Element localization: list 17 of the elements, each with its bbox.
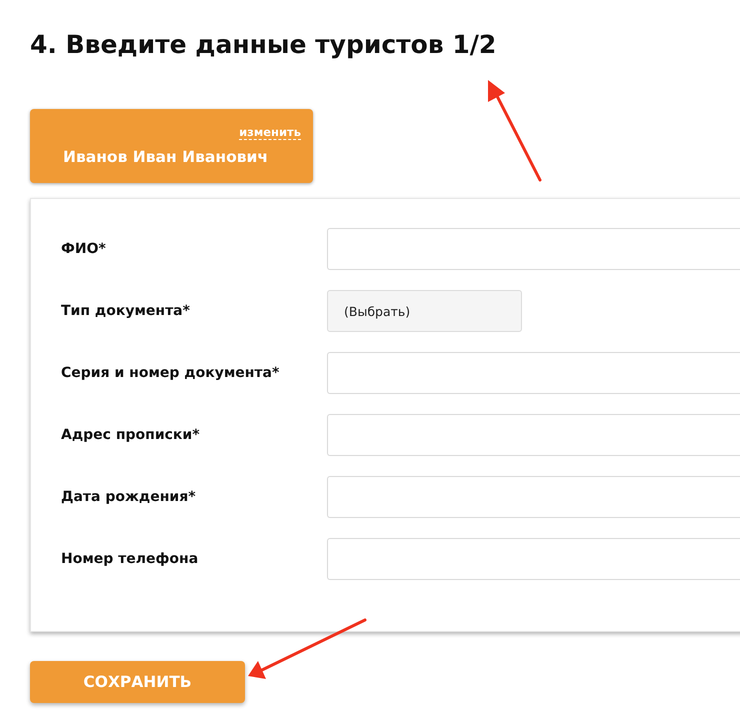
field-label: Тип документа* — [61, 303, 191, 319]
page-heading: 4. Введите данные туристов 1/2 — [30, 29, 498, 61]
save-button[interactable]: СОХРАНИТЬ — [30, 661, 245, 703]
input-field[interactable] — [327, 352, 740, 394]
input-field[interactable] — [327, 228, 740, 270]
tourist-name: Иванов Иван Иванович — [62, 148, 268, 166]
field-label: Серия и номер документа* — [61, 365, 280, 381]
field-label: Номер телефона — [61, 551, 200, 567]
field-label: Дата рождения* — [61, 489, 197, 505]
input-field[interactable] — [327, 476, 740, 518]
field-label: Адрес прописки* — [61, 427, 201, 443]
tourist-tab[interactable]: изменить Иванов Иван Иванович — [30, 109, 313, 183]
input-field[interactable] — [327, 538, 740, 580]
edit-link[interactable]: изменить — [239, 125, 301, 140]
input-field[interactable] — [327, 414, 740, 456]
dropdown[interactable]: (Выбрать) — [327, 290, 522, 332]
field-label: ФИО* — [61, 241, 107, 257]
